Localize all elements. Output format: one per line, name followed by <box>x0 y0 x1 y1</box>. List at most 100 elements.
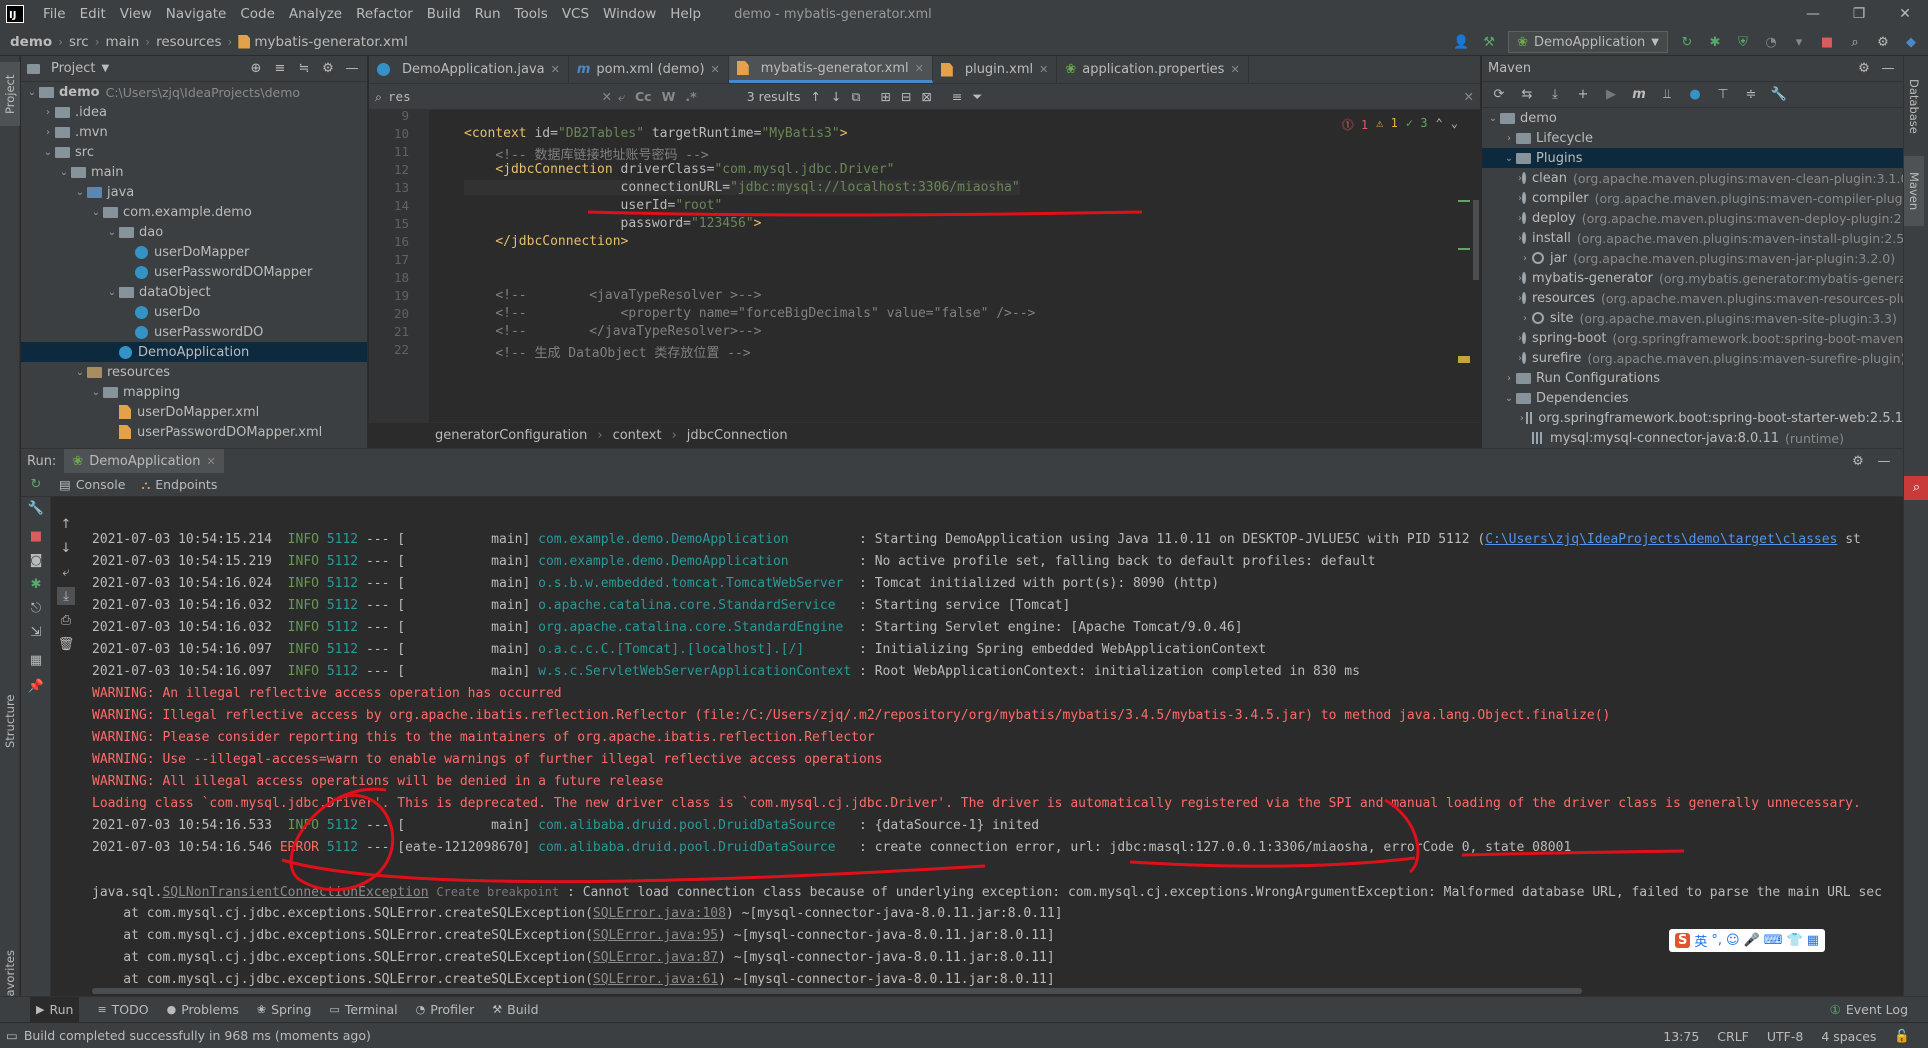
filter-icon[interactable]: ≡ <box>952 89 962 104</box>
project-tool-tab[interactable]: Project <box>0 62 20 126</box>
tree-node[interactable]: ⌄ resources <box>21 362 367 382</box>
maven-node[interactable]: › mybatis-generator (org.mybatis.generator… <box>1482 268 1928 288</box>
clear-icon[interactable]: ✕ <box>602 89 612 104</box>
next-highlight-icon[interactable]: ⌄ <box>1451 116 1458 133</box>
run-configuration-select[interactable]: ❀ DemoApplication ▼ <box>1508 31 1668 53</box>
next-occurrence-icon[interactable]: ↓ <box>831 89 841 104</box>
chevron-down-icon[interactable]: ⌄ <box>89 207 103 218</box>
code-view[interactable]: 9 10 11 12 13 14 15 16 17 18 19 20 21 22 <context id=… <box>369 110 1480 422</box>
breadcrumb-item[interactable]: src <box>69 34 89 50</box>
settings-gear-icon[interactable]: ⚙ <box>319 60 337 78</box>
event-log-button[interactable]: ① Event Log <box>1830 1002 1908 1017</box>
maven-node[interactable]: › site (org.apache.maven.plugins:maven-sit… <box>1482 308 1903 328</box>
editor-tab[interactable]: plugin.xml ✕ <box>933 56 1058 83</box>
console-horizontal-scrollbar[interactable] <box>92 988 1592 996</box>
chevron-down-icon[interactable]: ⌄ <box>105 287 119 298</box>
chevron-down-icon[interactable]: ⌄ <box>73 367 87 378</box>
scroll-down-icon[interactable]: ↓ <box>57 539 75 557</box>
debug-icon[interactable]: ✱ <box>1706 33 1724 51</box>
select-all-icon[interactable]: ⊟ <box>901 89 911 104</box>
show-dependencies-icon[interactable]: ⊤ <box>1714 86 1732 104</box>
close-find-icon[interactable]: ✕ <box>1464 89 1474 104</box>
attach-icon[interactable]: ▾ <box>1790 33 1808 51</box>
tree-node[interactable]: ⌄ main <box>21 162 367 182</box>
menu-item-navigate[interactable]: Navigate <box>159 6 234 22</box>
profile-icon[interactable]: ◔ <box>1762 33 1780 51</box>
menu-item-vcs[interactable]: VCS <box>555 6 596 22</box>
maven-node[interactable]: › compiler (org.apache.maven.plugins:maven… <box>1482 188 1919 208</box>
menu-item-analyze[interactable]: Analyze <box>282 6 349 22</box>
tree-node[interactable]: › .idea <box>21 102 367 122</box>
tree-node[interactable]: userDoMapper <box>21 242 367 262</box>
soft-wrap-icon[interactable]: ⤶ <box>57 563 75 581</box>
chevron-right-icon[interactable]: › <box>1518 413 1526 424</box>
maven-node[interactable]: ⌄ demo <box>1482 108 1903 128</box>
editor-tab[interactable]: m pom.xml (demo) ✕ <box>569 56 729 83</box>
find-field[interactable]: ⌕ res ✕ ⤶ <box>375 89 625 105</box>
caret-position[interactable]: 13:75 <box>1663 1029 1699 1044</box>
settings-gear-icon[interactable]: ⚙ <box>1849 452 1867 470</box>
maven-node[interactable]: › deploy (org.apache.maven.plugins:maven-d… <box>1482 208 1918 228</box>
breadcrumb-item[interactable]: main <box>106 34 140 50</box>
maven-node[interactable]: › jar (org.apache.maven.plugins:maven-jar-… <box>1482 248 1903 268</box>
print-icon[interactable]: ⎙ <box>57 611 75 629</box>
close-icon[interactable]: ✕ <box>711 63 720 76</box>
reload-icon[interactable]: ⟳ <box>1490 86 1508 104</box>
pin-icon[interactable]: 📌 <box>27 677 45 695</box>
ime-menu-icon[interactable]: ▦ <box>1807 933 1819 948</box>
words-icon[interactable]: W <box>662 89 676 104</box>
tree-node[interactable]: userPasswordDOMapper <box>21 262 367 282</box>
user-icon[interactable]: 👤 <box>1452 33 1470 51</box>
breadcrumb-item[interactable]: demo <box>10 34 52 50</box>
maven-node[interactable]: › Lifecycle <box>1482 128 1903 148</box>
hide-icon[interactable]: — <box>1875 452 1893 470</box>
tool-window-build[interactable]: ⚒ Build <box>492 1002 538 1017</box>
menu-item-view[interactable]: View <box>113 6 159 22</box>
tree-node[interactable]: ⌄ java <box>21 182 367 202</box>
tree-node[interactable]: ⌄ dataObject <box>21 282 367 302</box>
tree-node[interactable]: DemoApplication <box>21 342 367 362</box>
chevron-right-icon[interactable]: › <box>1518 253 1532 264</box>
chevron-right-icon[interactable]: › <box>1518 313 1532 324</box>
menu-item-file[interactable]: File <box>36 6 73 22</box>
tree-node[interactable]: ⌄ com.example.demo <box>21 202 367 222</box>
tool-window-problems[interactable]: ● Problems <box>167 1002 239 1017</box>
menu-item-window[interactable]: Window <box>596 6 663 22</box>
coverage-icon[interactable]: ⛨ <box>1734 33 1752 51</box>
line-separator[interactable]: CRLF <box>1717 1029 1749 1044</box>
tool-window-spring[interactable]: ❀ Spring <box>257 1002 312 1017</box>
tool-window-todo[interactable]: ≡ TODO <box>97 1002 148 1017</box>
stop-icon[interactable]: ■ <box>27 527 45 545</box>
close-icon[interactable]: ✕ <box>551 63 560 76</box>
breadcrumb-item[interactable]: mybatis-generator.xml <box>254 34 408 50</box>
download-icon[interactable]: ⤓ <box>1546 86 1564 104</box>
console-output[interactable]: 2021-07-03 10:54:15.214 INFO 5112 --- [ … <box>92 529 1922 989</box>
ime-language[interactable]: 英 <box>1694 931 1707 950</box>
rerun-icon[interactable]: ↻ <box>1678 33 1696 51</box>
structure-tool-tab[interactable]: Structure <box>0 676 20 766</box>
open-in-window-icon[interactable]: ⧉ <box>851 89 860 105</box>
add-selection-icon[interactable]: ⊞ <box>880 89 890 104</box>
minimize-icon[interactable]: — <box>1790 0 1836 28</box>
close-icon[interactable]: ✕ <box>1882 0 1928 28</box>
export-icon[interactable]: ⇲ <box>27 623 45 641</box>
chevron-down-icon[interactable]: ⌄ <box>1502 153 1516 164</box>
ime-keyboard-icon[interactable]: ⌨ <box>1764 933 1783 948</box>
editor-tab[interactable]: ❀ application.properties ✕ <box>1057 56 1249 83</box>
lock-icon[interactable]: 🔓 <box>1894 1028 1910 1044</box>
add-icon[interactable]: + <box>1574 86 1592 104</box>
chevron-down-icon[interactable]: ⌄ <box>105 227 119 238</box>
maven-node[interactable]: › install (org.apache.maven.plugins:maven-… <box>1482 228 1921 248</box>
ime-punctuation-icon[interactable]: °, <box>1711 933 1722 948</box>
build-hammer-icon[interactable]: ⚒ <box>1480 33 1498 51</box>
menu-item-tools[interactable]: Tools <box>508 6 555 22</box>
tree-node[interactable]: › .mvn <box>21 122 367 142</box>
chevron-down-icon[interactable]: ⌄ <box>1502 393 1516 404</box>
collapse-icon[interactable]: ≑ <box>1742 86 1760 104</box>
tree-node[interactable]: userDo <box>21 302 367 322</box>
chevron-down-icon[interactable]: ⌄ <box>57 167 71 178</box>
ime-toolbar[interactable]: S 英 °, ☺ 🎤 ⌨ 👕 ▦ <box>1669 929 1826 952</box>
editor-scrollbar[interactable] <box>1473 200 1479 280</box>
scroll-up-icon[interactable]: ↑ <box>57 515 75 533</box>
run-config-tab[interactable]: ❀ DemoApplication ✕ <box>64 449 224 473</box>
